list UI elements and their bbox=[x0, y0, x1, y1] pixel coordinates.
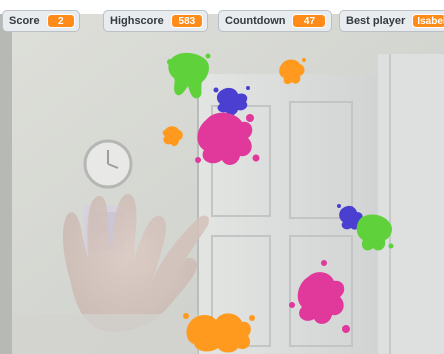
webcam-feed bbox=[0, 14, 444, 354]
countdown-label: Countdown bbox=[225, 15, 286, 27]
highscore-monitor: Highscore 583 bbox=[103, 10, 208, 32]
best-player-label: Best player bbox=[346, 15, 406, 27]
countdown-monitor: Countdown 47 bbox=[218, 10, 332, 32]
floor-shadow bbox=[12, 314, 198, 354]
highscore-label: Highscore bbox=[110, 15, 164, 27]
highscore-value: 583 bbox=[170, 14, 203, 28]
best-player-monitor: Best player Isabel bbox=[339, 10, 444, 32]
score-monitor: Score 2 bbox=[2, 10, 80, 32]
left-frame bbox=[0, 14, 12, 354]
game-stage[interactable]: . Score 2 Highscore 583 Countdown 47 Bes… bbox=[0, 0, 444, 354]
webcam-scene bbox=[0, 14, 444, 354]
countdown-value: 47 bbox=[292, 14, 327, 28]
score-value: 2 bbox=[46, 14, 75, 28]
best-player-value: Isabel bbox=[412, 14, 444, 28]
score-label: Score bbox=[9, 15, 40, 27]
wall-clock bbox=[83, 139, 133, 189]
